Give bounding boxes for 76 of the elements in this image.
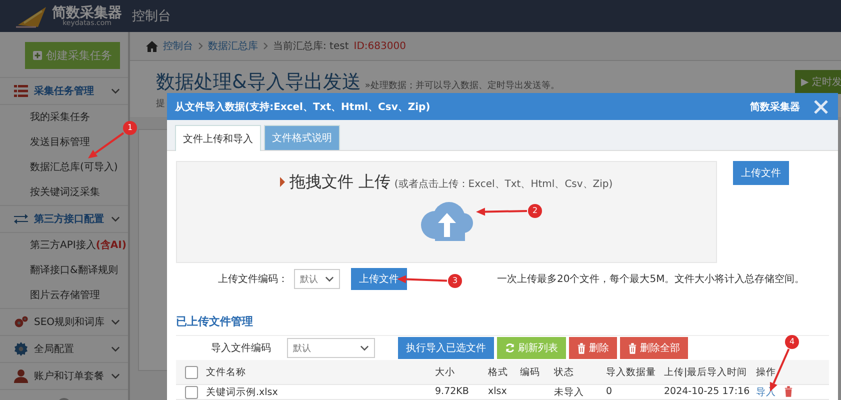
chevron-down-icon: [111, 373, 120, 379]
checkbox[interactable]: [184, 386, 198, 399]
menu-item[interactable]: 按关键词泛采集: [30, 180, 128, 205]
tab[interactable]: 文件上传和导入: [175, 125, 261, 151]
close-icon: [814, 100, 828, 114]
action-button[interactable]: 删除全部: [620, 337, 688, 359]
chevron-down-icon: [111, 88, 120, 94]
chevron-down-icon: [111, 319, 120, 325]
home-icon: [146, 40, 158, 52]
tab[interactable]: 文件格式说明: [264, 125, 340, 150]
table-cell: 9.72KB: [435, 386, 469, 397]
record-id: ID:683000: [354, 40, 406, 52]
column-header: 大小: [435, 366, 455, 378]
menu-group[interactable]: 第三方接口配置: [34, 212, 105, 226]
menu-group[interactable]: 采集任务管理: [34, 84, 105, 98]
column-header: 编码: [520, 366, 540, 378]
table-cell: 关键词示例.xlsx: [206, 386, 278, 399]
chevron-down-icon: [111, 346, 120, 352]
trash-icon: [628, 342, 637, 354]
column-header: 操作: [756, 366, 776, 378]
chevron-down-icon: [360, 345, 369, 351]
chevron-right-icon: [263, 42, 268, 50]
column-header: 文件名称: [206, 366, 246, 378]
table-cell: 0: [606, 386, 612, 397]
section-title: 已上传文件管理: [176, 314, 829, 336]
drop-zone-hint: (或者点击上传：Excel、Txt、Html、Csv、Zip): [394, 178, 613, 191]
console-title: 控制台: [132, 8, 171, 25]
column-header: 格式: [488, 366, 508, 378]
menu-item[interactable]: 翻译接口&翻译规则: [30, 258, 128, 283]
menu-group[interactable]: 全局配置: [34, 342, 105, 356]
breadcrumb-item[interactable]: 控制台: [163, 39, 193, 53]
column-header: 上传|最后导入时间: [664, 366, 748, 378]
trash-icon: [577, 342, 586, 354]
dialog-brand: 简数采集器: [750, 100, 800, 114]
page-subtitle: »处理数据；并可以导入数据、定时导出发送等。: [364, 80, 560, 92]
caret-right-icon: [280, 177, 286, 187]
gear-icon: [14, 342, 28, 356]
list-icon: [14, 85, 28, 97]
upload-note: 一次上传最多20个文件，每个最大5M。文件大小将计入总存储空间。: [497, 272, 805, 286]
field-label: 导入文件编码: [210, 342, 271, 355]
encoding-select[interactable]: 默认: [287, 338, 375, 358]
hint-text: 提: [156, 98, 165, 110]
drop-zone-title: 拖拽文件 上传: [289, 172, 390, 193]
dialog-title: 从文件导入数据(支持:Excel、Txt、Html、Csv、Zip): [175, 100, 432, 114]
logo-text: 简数采集器: [52, 6, 122, 20]
gears-icon: [14, 315, 28, 329]
encoding-select[interactable]: 默认: [294, 269, 340, 289]
menu-item[interactable]: 数据汇总库(可导入): [30, 155, 128, 180]
chevron-right-icon: [198, 42, 203, 50]
column-header: 状态: [554, 366, 574, 378]
breadcrumb-item[interactable]: 数据汇总库: [208, 39, 258, 53]
upload-button[interactable]: 上传文件: [733, 161, 789, 185]
column-header: 导入数据量: [606, 366, 656, 378]
cloud-upload-icon: [418, 201, 474, 241]
menu-item[interactable]: 图片云存储管理: [30, 283, 128, 308]
chevron-down-icon: [325, 276, 334, 282]
action-button[interactable]: 执行导入已选文件: [398, 337, 494, 359]
action-button[interactable]: 删除: [569, 337, 617, 359]
arrows-icon: [14, 213, 28, 225]
checkbox[interactable]: [184, 366, 198, 378]
close-button[interactable]: [812, 98, 830, 116]
page-title: 数据处理&导入导出发送: [156, 70, 361, 95]
table-cell: 未导入: [554, 386, 584, 399]
table-cell: 2024-10-25 17:16: [664, 386, 750, 397]
field-label: 上传文件编码：: [217, 272, 288, 286]
chevron-down-icon: [111, 216, 120, 222]
menu-item[interactable]: 第三方API接入(含AI): [30, 233, 128, 258]
upload-button[interactable]: 上传文件: [351, 268, 407, 290]
breadcrumb-item: 当前汇总库: test: [273, 40, 349, 53]
user-icon: [14, 369, 28, 383]
refresh-icon: [505, 343, 515, 353]
trash-icon: [784, 386, 793, 397]
menu-group[interactable]: SEO规则和词库: [34, 315, 105, 329]
table-cell: xlsx: [488, 386, 507, 397]
plus-icon: [33, 51, 42, 60]
menu-group[interactable]: 账户和订单套餐: [34, 369, 105, 383]
